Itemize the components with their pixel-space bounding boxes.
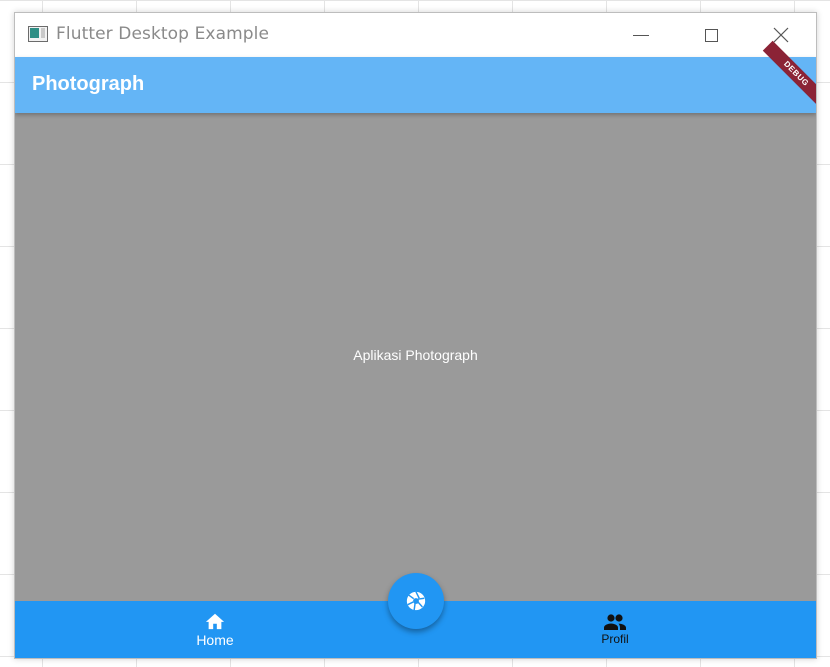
close-icon — [773, 27, 789, 43]
minimize-button[interactable] — [606, 13, 676, 57]
maximize-button[interactable] — [676, 13, 746, 57]
body-text: Aplikasi Photograph — [353, 347, 478, 363]
window-titlebar[interactable]: Flutter Desktop Example — [15, 13, 816, 57]
nav-item-home-label: Home — [196, 632, 234, 648]
maximize-icon — [704, 28, 718, 42]
app-bar: Photograph DEBUG — [15, 40, 816, 113]
people-icon — [604, 614, 626, 630]
main-content: Aplikasi Photograph — [15, 113, 816, 601]
nav-item-profil-label: Profil — [601, 632, 629, 646]
window-title: Flutter Desktop Example — [56, 24, 270, 44]
home-icon — [205, 613, 225, 630]
camera-fab-button[interactable] — [388, 573, 444, 629]
app-window: Flutter Desktop Example Photograph DEBUG… — [14, 12, 817, 659]
nav-item-home[interactable]: Home — [155, 601, 275, 658]
app-bar-title: Photograph — [32, 73, 145, 95]
nav-item-profil[interactable]: Profil — [555, 601, 675, 658]
app-window-icon — [28, 26, 48, 42]
minimize-icon — [633, 34, 649, 36]
camera-icon — [406, 591, 426, 611]
